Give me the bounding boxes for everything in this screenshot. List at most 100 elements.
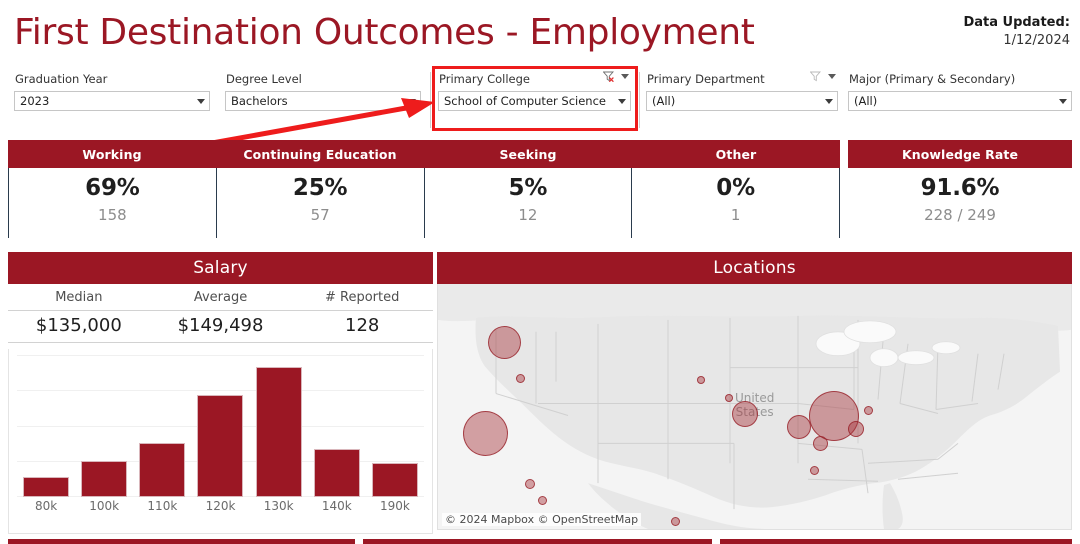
salary-histogram-xaxis: 80k 100k 110k 120k 130k 140k 190k xyxy=(17,499,424,521)
kpi-percent-seeking: 5% xyxy=(508,175,548,201)
histogram-xtick: 140k xyxy=(321,499,352,513)
kpi-card-seeking[interactable]: 5% 12 xyxy=(423,168,632,238)
knowledge-rate-body: 91.6% 228 / 249 xyxy=(848,168,1072,238)
kpi-percent-other: 0% xyxy=(716,175,755,201)
map-canvas[interactable]: United States © 2024 Mapbox © OpenStreet… xyxy=(437,284,1072,530)
filter-value-primary-college: School of Computer Science xyxy=(444,94,606,108)
filter-label-degree-level: Degree Level xyxy=(226,72,302,86)
histogram-xtick: 100k xyxy=(89,499,120,513)
salary-panel: Salary Median Average # Reported $135,00… xyxy=(8,252,434,534)
histogram-bar-wrapper xyxy=(308,355,366,497)
map-bubble-austin[interactable] xyxy=(670,517,680,527)
map-bubble-portland[interactable] xyxy=(515,373,525,383)
kpi-card-knowledge-rate[interactable]: Knowledge Rate 91.6% 228 / 249 xyxy=(848,140,1072,238)
knowledge-rate-header: Knowledge Rate xyxy=(848,140,1072,168)
filter-label-graduation-year: Graduation Year xyxy=(15,72,108,86)
data-updated-label: Data Updated: xyxy=(963,15,1070,30)
map-bubble-los-angeles[interactable] xyxy=(524,478,535,489)
histogram-bar[interactable] xyxy=(81,461,128,497)
locations-panel: Locations United States © 2024 Mapbox © … xyxy=(437,252,1072,530)
chevron-down-icon[interactable] xyxy=(621,74,629,79)
kpi-card-other[interactable]: 0% 1 xyxy=(631,168,840,238)
map-bubble-raleigh[interactable] xyxy=(810,465,820,475)
filter-major: Major (Primary & Secondary) (All) xyxy=(848,72,1072,111)
filter-value-major: (All) xyxy=(854,94,878,108)
histogram-bar-wrapper xyxy=(133,355,191,497)
chevron-down-icon[interactable] xyxy=(614,92,630,110)
map-attribution: © 2024 Mapbox © OpenStreetMap xyxy=(442,513,642,526)
filter-dropdown-primary-college[interactable]: School of Computer Science xyxy=(438,91,631,111)
map-bubble-philadelphia[interactable] xyxy=(847,420,864,437)
kpi-percent-continuing-education: 25% xyxy=(292,175,348,201)
chevron-down-icon[interactable] xyxy=(821,92,837,110)
histogram-bar[interactable] xyxy=(255,367,302,497)
histogram-xtick: 80k xyxy=(34,499,58,513)
filter-dropdown-major[interactable]: (All) xyxy=(848,91,1072,111)
locations-panel-title: Locations xyxy=(437,252,1072,284)
kpi-count-working: 158 xyxy=(98,206,127,224)
kpi-group: Working Continuing Education Seeking Oth… xyxy=(8,140,840,238)
filter-value-primary-department: (All) xyxy=(652,94,676,108)
map-bubble-cleveland[interactable] xyxy=(786,415,811,440)
map-bubble-minneapolis[interactable] xyxy=(696,375,705,384)
filter-primary-college: Primary College School of Computer Scien… xyxy=(438,71,631,111)
histogram-bar[interactable] xyxy=(197,395,244,497)
kpi-row: Working Continuing Education Seeking Oth… xyxy=(0,140,1080,238)
annotation-arrow-icon xyxy=(200,98,435,147)
histogram-bar-wrapper xyxy=(191,355,249,497)
histogram-bar[interactable] xyxy=(371,463,418,497)
salary-panel-title: Salary xyxy=(8,252,433,284)
data-updated-block: Data Updated: 1/12/2024 xyxy=(963,14,1070,49)
kpi-count-knowledge-rate: 228 / 249 xyxy=(924,206,996,224)
page-title: First Destination Outcomes - Employment xyxy=(14,12,755,53)
histogram-xtick: 190k xyxy=(379,499,410,513)
kpi-count-other: 1 xyxy=(730,206,741,224)
kpi-label-working: Working xyxy=(82,146,142,162)
filter-bar: Graduation Year 2023 Degree Level Bachel… xyxy=(0,71,1080,128)
salary-value-median: $135,000 xyxy=(8,311,150,343)
kpi-label-other: Other xyxy=(715,146,757,162)
map-bubble-chicago[interactable] xyxy=(732,400,758,427)
filter-divider-2 xyxy=(639,72,640,128)
bottom-panel-3[interactable] xyxy=(720,539,1072,544)
filter-graduation-year: Graduation Year 2023 xyxy=(14,72,210,111)
histogram-bar-wrapper xyxy=(75,355,133,497)
map-bubble-bay-area[interactable] xyxy=(462,410,508,456)
histogram-bar-wrapper xyxy=(250,355,308,497)
kpi-count-continuing-education: 57 xyxy=(310,206,330,224)
histogram-bar[interactable] xyxy=(313,449,360,497)
funnel-clear-icon[interactable] xyxy=(603,71,614,82)
histogram-bar[interactable] xyxy=(139,443,186,497)
kpi-card-continuing-education[interactable]: 25% 57 xyxy=(215,168,424,238)
funnel-icon[interactable] xyxy=(810,71,821,82)
filter-header-icons-primary-college xyxy=(603,71,629,82)
filter-dropdown-primary-department[interactable]: (All) xyxy=(646,91,838,111)
histogram-bar-wrapper xyxy=(366,355,424,497)
kpi-label-continuing-education: Continuing Education xyxy=(243,146,397,162)
filter-dropdown-graduation-year[interactable]: 2023 xyxy=(14,91,210,111)
kpi-header-row: Working Continuing Education Seeking Oth… xyxy=(8,140,840,168)
salary-col-average: Average xyxy=(149,284,292,311)
filter-primary-department: Primary Department (All) xyxy=(646,71,838,111)
kpi-label-knowledge-rate: Knowledge Rate xyxy=(901,146,1019,162)
map-bubble-boston[interactable] xyxy=(863,405,873,415)
kpi-label-seeking: Seeking xyxy=(499,146,557,162)
kpi-percent-working: 69% xyxy=(85,175,140,201)
dashboard-root: First Destination Outcomes - Employment … xyxy=(0,0,1080,544)
salary-histogram: 80k 100k 110k 120k 130k 140k 190k xyxy=(8,349,433,534)
chevron-down-icon[interactable] xyxy=(1055,92,1071,110)
filter-label-major: Major (Primary & Secondary) xyxy=(849,72,1016,86)
salary-stats-values: $135,000 $149,498 128 xyxy=(8,311,434,343)
salary-histogram-bars xyxy=(17,355,424,497)
bottom-panel-1[interactable] xyxy=(8,539,355,544)
histogram-bar-wrapper xyxy=(17,355,75,497)
kpi-card-working[interactable]: 69% 158 xyxy=(8,168,216,238)
bottom-panel-2[interactable] xyxy=(363,539,712,544)
histogram-bar[interactable] xyxy=(23,477,70,497)
chevron-down-icon[interactable] xyxy=(828,74,836,79)
salary-value-reported: 128 xyxy=(291,311,434,343)
salary-value-average: $149,498 xyxy=(149,311,292,343)
filter-value-graduation-year: 2023 xyxy=(20,94,50,108)
kpi-count-seeking: 12 xyxy=(518,206,538,224)
salary-col-median: Median xyxy=(8,284,150,311)
